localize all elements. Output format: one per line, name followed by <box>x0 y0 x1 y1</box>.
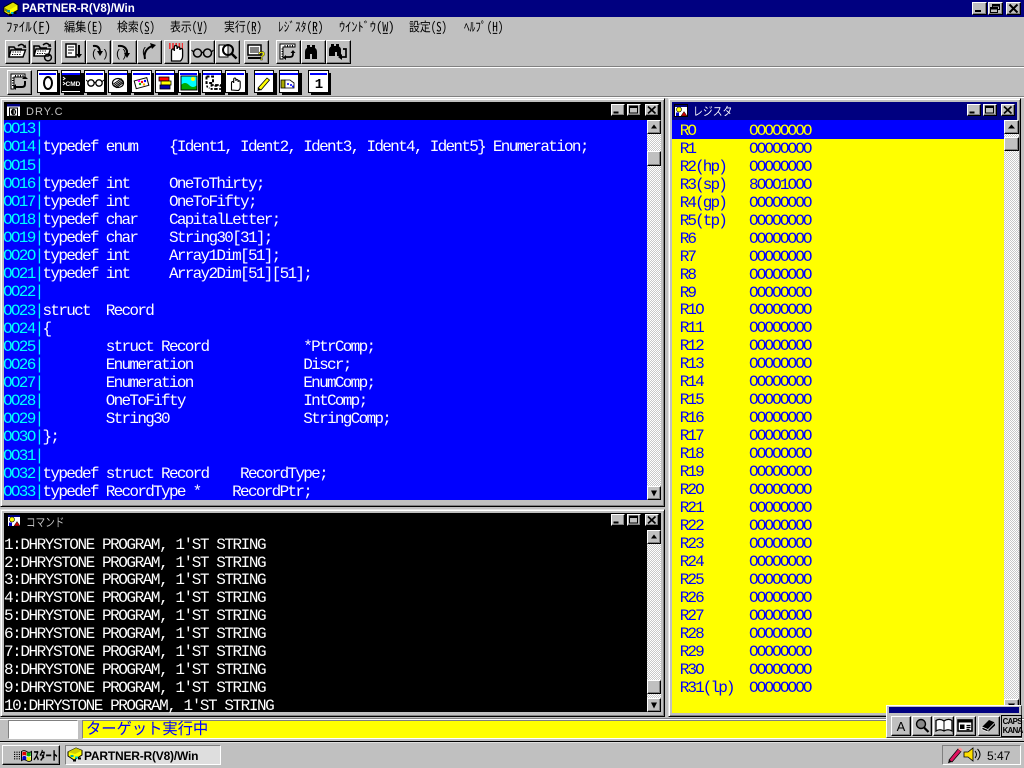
svg-text:?: ? <box>258 49 265 63</box>
svg-text:(: ( <box>91 49 98 61</box>
svg-text:A: A <box>896 719 905 734</box>
svg-text:): ) <box>121 49 128 61</box>
svg-text:1: 1 <box>314 77 322 91</box>
svg-text:(: ( <box>141 47 148 59</box>
svg-text:CMD: CMD <box>66 81 81 88</box>
svg-text:): ) <box>102 49 109 61</box>
